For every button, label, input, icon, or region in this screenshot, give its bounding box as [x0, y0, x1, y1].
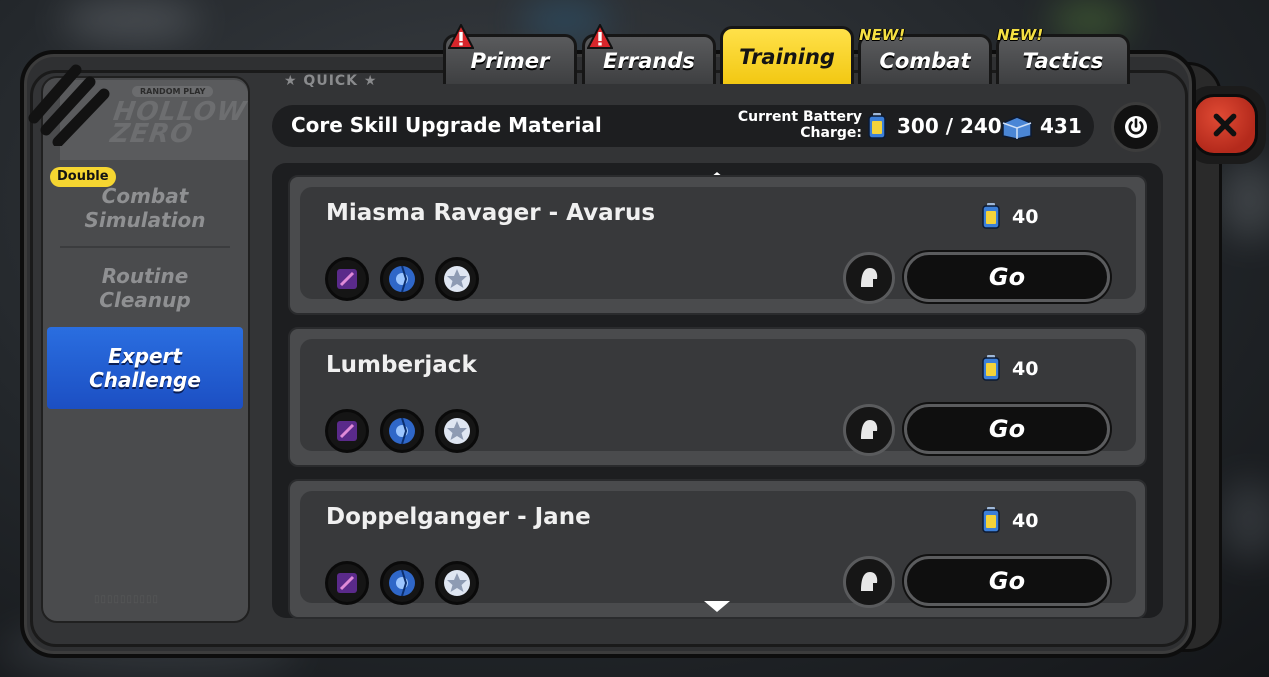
sidebar-item-label: Routine [101, 264, 189, 288]
tab-tactics[interactable]: NEW! Tactics [996, 26, 1130, 84]
enemy-head-icon [861, 572, 878, 591]
power-icon [1125, 116, 1147, 138]
list-item: Miasma Ravager - Avarus 40 Go [288, 175, 1147, 315]
close-icon [1213, 113, 1237, 137]
tab-training[interactable]: Training [720, 26, 854, 84]
sidebar-item-label: Expert [108, 344, 182, 368]
enemy-info-button[interactable] [843, 556, 895, 608]
enemy-info-button[interactable] [843, 404, 895, 456]
tab-label: Errands [603, 48, 695, 73]
close-button[interactable] [1192, 94, 1258, 156]
tab-errands[interactable]: Errands [582, 24, 716, 84]
hollow-zero-logo: HOLLOW ZERO [108, 97, 249, 149]
silver-reward-icon[interactable] [435, 561, 479, 605]
entry-title: Miasma Ravager - Avarus [326, 200, 656, 226]
new-badge: NEW! [859, 26, 906, 44]
power-button[interactable] [1111, 102, 1161, 152]
sidebar-divider [60, 246, 230, 248]
entry-title: Doppelganger - Jane [326, 504, 591, 530]
enemy-info-button[interactable] [843, 252, 895, 304]
chip-reward-icon[interactable] [380, 257, 424, 301]
tab-label: Primer [470, 48, 550, 73]
disk-reward-icon[interactable] [325, 409, 369, 453]
quick-label: ★ QUICK ★ [284, 73, 378, 89]
sidebar-item-routine-cleanup[interactable]: Routine Cleanup [47, 264, 243, 312]
reserve-battery-value: 431 [1040, 114, 1082, 138]
sidebar-item-label: Cleanup [99, 288, 191, 312]
sidebar-item-combat-simulation[interactable]: Combat Simulation [47, 184, 243, 232]
battery-icon [982, 355, 1000, 381]
alert-icon [587, 24, 613, 49]
sidebar-footer-logo: ▯▯▯▯▯▯▯▯▯▯ [94, 594, 160, 605]
go-button[interactable]: Go [904, 404, 1110, 454]
entry-title: Lumberjack [326, 352, 477, 378]
tab-label: Training [739, 44, 835, 69]
enemy-head-icon [861, 420, 878, 439]
silver-reward-icon[interactable] [435, 257, 479, 301]
scroll-down-icon[interactable] [702, 600, 732, 614]
sidebar-item-label: Combat [101, 184, 189, 208]
stripes-decoration [28, 64, 110, 146]
entry-cost: 40 [1012, 206, 1039, 228]
reserve-battery-icon [1002, 116, 1032, 140]
new-badge: NEW! [997, 26, 1044, 44]
silver-reward-icon[interactable] [435, 409, 479, 453]
enemy-head-icon [861, 268, 878, 287]
go-button[interactable]: Go [904, 252, 1110, 302]
chip-reward-icon[interactable] [380, 561, 424, 605]
tab-label: Combat [879, 48, 971, 73]
go-button[interactable]: Go [904, 556, 1110, 606]
page-title: Core Skill Upgrade Material [291, 113, 602, 137]
random-play-label: RANDOM PLAY [132, 86, 214, 97]
disk-reward-icon[interactable] [325, 561, 369, 605]
battery-icon [982, 203, 1000, 229]
sidebar-item-label: Simulation [84, 208, 206, 232]
tab-primer[interactable]: Primer [443, 24, 577, 84]
disk-reward-icon[interactable] [325, 257, 369, 301]
list-item: Lumberjack 40 Go [288, 327, 1147, 467]
battery-value: 300 / 240 [897, 114, 1002, 138]
sidebar-item-label: Challenge [89, 368, 201, 392]
tab-label: Tactics [1022, 48, 1104, 73]
tab-combat[interactable]: NEW! Combat [858, 26, 992, 84]
sidebar-item-expert-challenge[interactable]: Expert Challenge [47, 327, 243, 409]
battery-icon [868, 113, 886, 139]
close-button-frame [1184, 86, 1266, 164]
chip-reward-icon[interactable] [380, 409, 424, 453]
entry-cost: 40 [1012, 358, 1039, 380]
battery-label: Current Battery Charge: [737, 109, 862, 141]
list-item: Doppelganger - Jane 40 Go [288, 479, 1147, 619]
entry-cost: 40 [1012, 510, 1039, 532]
alert-icon [448, 24, 474, 49]
battery-icon [982, 507, 1000, 533]
